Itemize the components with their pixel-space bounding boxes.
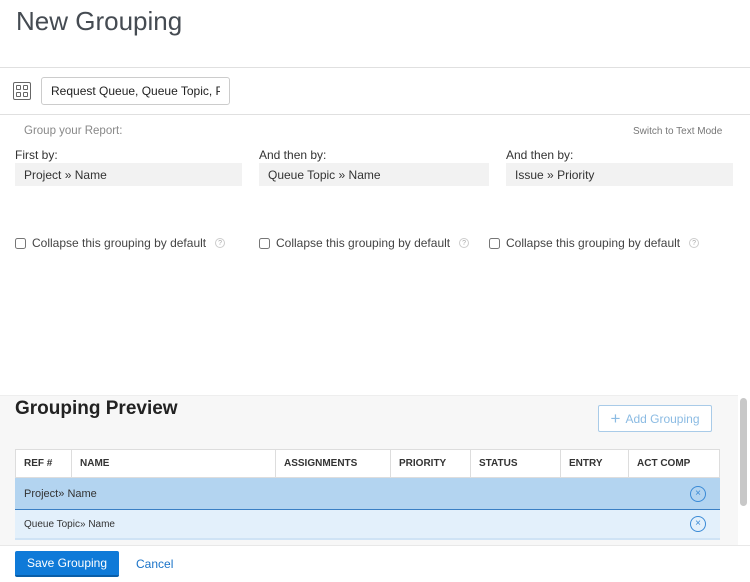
column-header: ENTRY	[560, 449, 629, 478]
field: Name	[348, 168, 381, 182]
field: Name	[88, 518, 115, 530]
grouping-name-input[interactable]	[41, 77, 230, 105]
remove-icon[interactable]: ×	[690, 485, 706, 502]
field: Priority	[557, 168, 595, 182]
collapse-group-2[interactable]: Collapse this grouping by default?	[259, 236, 470, 250]
add-grouping-button[interactable]: + Add Grouping	[598, 405, 712, 432]
collapse-group-1[interactable]: Collapse this grouping by default?	[15, 236, 226, 250]
scrollbar[interactable]	[740, 398, 747, 506]
divider	[0, 114, 750, 115]
object: Project	[24, 487, 59, 500]
divider	[0, 67, 750, 68]
help-icon[interactable]: ?	[689, 238, 700, 248]
group-3-select[interactable]: Issue » Priority	[506, 163, 733, 186]
group-2-label: And then by:	[259, 148, 327, 162]
object: Project	[24, 168, 62, 182]
column-header: REF #	[15, 449, 72, 478]
collapse-checkbox[interactable]	[489, 237, 500, 249]
group-report-label: Group your Report:	[24, 125, 123, 137]
group-1-select[interactable]: Project » Name	[15, 163, 242, 186]
column-header: PRIORITY	[390, 449, 471, 478]
chevron-double-right-icon: »	[58, 487, 65, 500]
save-grouping-button[interactable]: Save Grouping	[15, 551, 119, 577]
grid-icon[interactable]	[13, 82, 31, 100]
plus-icon: +	[610, 408, 621, 428]
preview-table: REF # NAME ASSIGNMENTS PRIORITY STATUS E…	[15, 449, 720, 478]
switch-text-mode-link[interactable]: Switch to Text Mode	[633, 126, 722, 137]
group-row-queue-topic: Queue Topic» Name ×	[15, 510, 720, 540]
column-header: ACT COMP	[628, 449, 720, 478]
collapse-group-3[interactable]: Collapse this grouping by default?	[489, 236, 700, 250]
collapse-label: Collapse this grouping by default	[32, 236, 207, 250]
help-icon[interactable]: ?	[459, 238, 470, 248]
collapse-checkbox[interactable]	[15, 237, 26, 249]
group-1-label: First by:	[15, 148, 58, 162]
collapse-checkbox[interactable]	[259, 237, 270, 249]
collapse-label: Collapse this grouping by default	[276, 236, 451, 250]
preview-title: Grouping Preview	[15, 398, 178, 419]
chevron-double-right-icon: »	[64, 168, 72, 182]
column-header: ASSIGNMENTS	[275, 449, 391, 478]
group-row-project: Project» Name ×	[15, 478, 720, 510]
group-2-select[interactable]: Queue Topic » Name	[259, 163, 489, 186]
remove-icon[interactable]: ×	[690, 516, 706, 532]
chevron-double-right-icon: »	[79, 518, 86, 530]
chevron-double-right-icon: »	[338, 168, 346, 182]
column-header: STATUS	[470, 449, 561, 478]
field: Name	[67, 487, 97, 500]
help-icon[interactable]: ?	[215, 238, 226, 248]
collapse-label: Collapse this grouping by default	[506, 236, 681, 250]
column-header: NAME	[71, 449, 276, 478]
chevron-double-right-icon: »	[547, 168, 554, 182]
object: Queue Topic	[24, 518, 80, 530]
page-title: New Grouping	[16, 6, 183, 36]
object: Queue Topic	[268, 168, 336, 182]
field: Name	[74, 168, 107, 182]
group-3-label: And then by:	[506, 148, 574, 162]
cancel-link[interactable]: Cancel	[136, 557, 173, 571]
add-grouping-label: Add Grouping	[625, 411, 700, 426]
object: Issue	[515, 168, 544, 182]
